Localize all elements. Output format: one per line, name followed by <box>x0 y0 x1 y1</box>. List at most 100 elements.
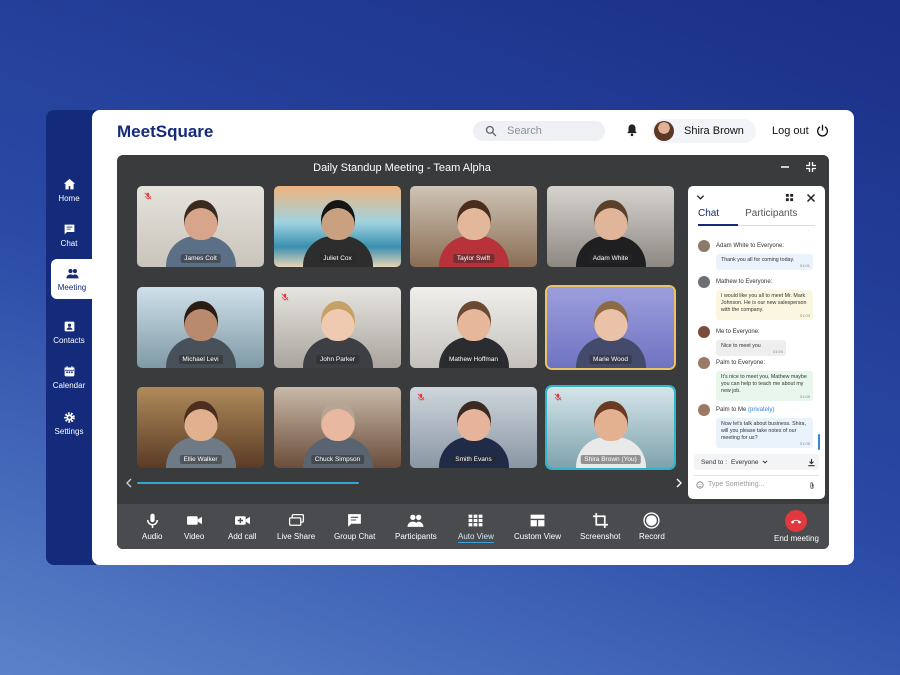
sidebar-item-home[interactable]: Home <box>46 170 92 210</box>
download-icon[interactable] <box>807 458 816 467</box>
crop-icon <box>592 513 608 528</box>
message-bubble: Nice to meet you 01:04 <box>716 340 786 356</box>
tool-label: Auto View <box>458 532 494 543</box>
chevron-down-icon[interactable] <box>696 193 705 202</box>
participant-name: Adam White <box>588 254 633 263</box>
chat-panel: Chat Participants Adam White to Everyone… <box>688 186 825 499</box>
message-time: 01:03 <box>799 313 810 318</box>
sidebar-item-settings[interactable]: Settings <box>46 403 92 443</box>
video-tile[interactable]: Michael Levi <box>137 287 264 368</box>
avatar <box>698 240 710 252</box>
video-tile[interactable]: Marie Wood <box>547 287 674 368</box>
tool-label: End meeting <box>774 534 819 543</box>
participant-face <box>183 401 218 441</box>
tab-chat[interactable]: Chat <box>698 208 719 219</box>
message-sender: Me to Everyone: <box>716 329 760 335</box>
participants-button[interactable]: Participants <box>395 512 437 541</box>
add-call-button[interactable]: Add call <box>228 512 256 541</box>
video-tile[interactable]: Shira Brown (You) <box>547 387 674 468</box>
tab-participants[interactable]: Participants <box>745 208 797 219</box>
mic-off-icon <box>554 393 562 401</box>
auto-view-button[interactable]: Auto View <box>458 512 494 543</box>
message-time: 01:04 <box>772 349 783 354</box>
record-button[interactable]: Record <box>639 512 665 541</box>
meeting-title: Daily Standup Meeting - Team Alpha <box>313 162 491 174</box>
sidebar-item-label: Home <box>58 193 80 203</box>
record-icon <box>643 512 661 529</box>
message-text: I would like you all to meet Mr. Mark Jo… <box>721 293 807 313</box>
message-time: 01:05 <box>799 394 810 399</box>
active-tab-indicator <box>698 224 738 226</box>
chat-message-input[interactable]: Type Something... <box>694 475 819 493</box>
search-placeholder: Search <box>507 125 542 137</box>
gear-icon <box>63 411 75 423</box>
sidebar-item-contacts[interactable]: Contacts <box>46 312 92 352</box>
participant-name: Michael Levi <box>178 355 223 364</box>
video-tile[interactable]: Ellie Walker <box>137 387 264 468</box>
chat-message: Adam White to Everyone: Thank you all fo… <box>698 240 813 270</box>
chat-message: Palm to Me (privately) Now let's talk ab… <box>698 404 813 448</box>
sidebar-item-chat[interactable]: Chat <box>46 215 92 255</box>
bell-icon[interactable] <box>625 123 639 137</box>
message-sender: Adam White to Everyone: <box>716 243 785 249</box>
chat-scrollbar[interactable] <box>818 434 820 450</box>
participant-face <box>593 401 628 441</box>
avatar <box>698 357 710 369</box>
mic-off-icon <box>144 192 152 200</box>
grid-scrollbar[interactable] <box>137 482 359 484</box>
custom-view-button[interactable]: Custom View <box>514 512 561 541</box>
sidebar-item-label: Chat <box>60 238 78 248</box>
live-share-button[interactable]: Live Share <box>277 512 315 541</box>
meeting-window: Daily Standup Meeting - Team Alpha James… <box>117 155 829 549</box>
avatar <box>698 404 710 416</box>
logout-button[interactable]: Log out <box>772 124 829 137</box>
video-tile[interactable]: Taylor Swift <box>410 186 537 267</box>
video-tile[interactable]: James Colt <box>137 186 264 267</box>
message-bubble: Now let's talk about business. Shira, wi… <box>716 418 813 448</box>
tool-label: Custom View <box>514 532 561 541</box>
sidebar-item-label: Contacts <box>53 335 85 345</box>
chat-message: Mathew to Everyone: I would like you all… <box>698 276 813 320</box>
attachment-icon[interactable] <box>808 481 816 490</box>
video-tile[interactable]: Adam White <box>547 186 674 267</box>
tool-label: Live Share <box>277 532 316 541</box>
exit-fullscreen-icon[interactable] <box>805 161 817 173</box>
message-sender: Mathew to Everyone: <box>716 279 773 285</box>
video-tile[interactable]: Mathew Hoffman <box>410 287 537 368</box>
sidebar: Home Chat Meeting Contacts Calendar Sett… <box>46 110 96 565</box>
video-tile[interactable]: Chuck Simpson <box>274 387 401 468</box>
scroll-left-icon[interactable] <box>125 478 133 488</box>
video-tile[interactable]: Smith Evans <box>410 387 537 468</box>
close-icon[interactable] <box>806 193 816 203</box>
custom-view-icon <box>530 514 545 527</box>
participant-face <box>593 200 628 240</box>
video-tile[interactable]: John Parker <box>274 287 401 368</box>
grid-view-icon <box>469 514 483 527</box>
group-chat-button[interactable]: Group Chat <box>334 512 375 541</box>
message-time: 01:01 <box>799 263 810 268</box>
video-button[interactable]: Video <box>184 512 204 541</box>
user-profile[interactable]: Shira Brown <box>652 119 756 143</box>
participant-name: Marie Wood <box>589 355 632 364</box>
participant-name: Juliet Cox <box>319 254 356 263</box>
private-tag: (privately) <box>748 407 775 413</box>
people-icon <box>65 268 79 278</box>
participant-face <box>183 200 218 240</box>
video-camera-icon <box>186 516 202 525</box>
emoji-icon[interactable] <box>696 481 704 489</box>
audio-button[interactable]: Audio <box>142 512 162 541</box>
sidebar-item-calendar[interactable]: Calendar <box>46 357 92 397</box>
grid-icon[interactable] <box>785 193 794 202</box>
participant-face <box>456 200 491 240</box>
sidebar-item-meeting[interactable]: Meeting <box>51 259 93 299</box>
message-time: 01:05 <box>799 441 810 446</box>
search-input[interactable]: Search <box>473 121 605 141</box>
send-to-select[interactable]: Send to : Everyone <box>694 454 819 470</box>
scroll-right-icon[interactable] <box>675 478 683 488</box>
minimize-icon[interactable] <box>779 161 791 173</box>
end-meeting-button[interactable]: End meeting <box>774 510 819 543</box>
video-tile[interactable]: Juliet Cox <box>274 186 401 267</box>
screenshot-button[interactable]: Screenshot <box>580 512 620 541</box>
participant-face <box>593 301 628 341</box>
search-icon <box>485 125 497 137</box>
